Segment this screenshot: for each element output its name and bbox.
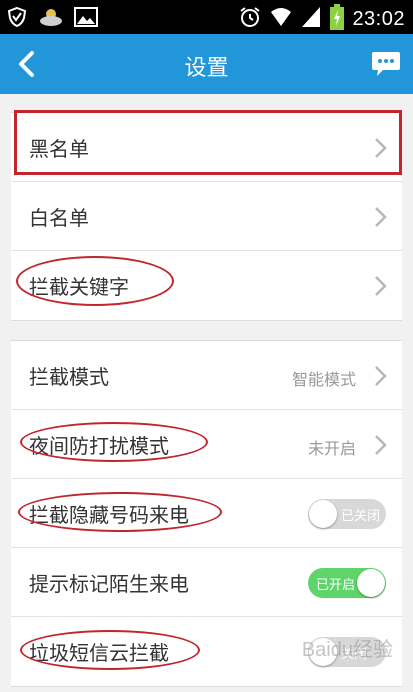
list-item-label: 提示标记陌生来电 [29, 572, 189, 596]
alarm-icon [238, 5, 262, 33]
night-mode-item[interactable]: 夜间防打扰模式 未开启 [11, 410, 402, 479]
list-item-label: 夜间防打扰模式 [29, 434, 169, 458]
page-title: 设置 [184, 56, 229, 81]
list-group-lists: 黑名单 白名单 拦截关键字 [11, 112, 402, 321]
spam-sms-cloud-item: 垃圾短信云拦截 关闭 [11, 617, 402, 686]
mark-stranger-toggle[interactable]: 已开启 [308, 568, 386, 598]
hidden-number-block-item: 拦截隐藏号码来电 已关闭 [11, 479, 402, 548]
clock-time: 23:02 [352, 7, 405, 30]
chevron-right-icon [375, 207, 387, 227]
message-icon [372, 52, 400, 76]
whitelist-item[interactable]: 白名单 [11, 182, 402, 251]
status-bar: 23:02 [0, 0, 413, 34]
blacklist-item[interactable]: 黑名单 [11, 113, 402, 182]
wifi-icon [270, 6, 292, 32]
chevron-right-icon [375, 276, 387, 296]
weather-cloud-icon [38, 6, 64, 32]
signal-icon [300, 5, 322, 33]
spam-sms-toggle[interactable]: 关闭 [308, 637, 386, 667]
list-group-settings: 拦截模式 智能模式 夜间防打扰模式 未开启 拦截隐藏号码来电 已关闭 提示标记陌… [11, 340, 402, 687]
battery-charging-icon [330, 4, 345, 34]
list-item-label: 拦截关键字 [29, 275, 129, 299]
toggle-label: 已关闭 [341, 509, 381, 524]
image-icon [74, 6, 98, 32]
night-mode-value: 未开启 [307, 439, 356, 458]
chevron-right-icon [375, 366, 387, 386]
shield-icon [6, 6, 28, 32]
hidden-number-toggle[interactable]: 已关闭 [308, 499, 386, 529]
list-item-label: 拦截模式 [29, 365, 109, 389]
toggle-label: 关闭 [341, 647, 368, 662]
list-item-label: 拦截隐藏号码来电 [29, 503, 189, 527]
message-button[interactable] [371, 50, 401, 78]
block-mode-value: 智能模式 [291, 370, 356, 389]
block-keywords-item[interactable]: 拦截关键字 [11, 251, 402, 320]
toggle-knob [357, 569, 385, 597]
mark-stranger-call-item: 提示标记陌生来电 已开启 [11, 548, 402, 617]
toggle-label: 已开启 [316, 578, 356, 593]
block-mode-item[interactable]: 拦截模式 智能模式 [11, 341, 402, 410]
chevron-right-icon [375, 138, 387, 158]
list-item-label: 垃圾短信云拦截 [29, 641, 169, 665]
list-item-label: 白名单 [29, 206, 89, 230]
list-item-label: 黑名单 [29, 137, 89, 161]
toggle-knob [309, 500, 337, 528]
app-header: 设置 [0, 34, 413, 94]
toggle-knob [309, 638, 337, 666]
chevron-right-icon [375, 435, 387, 455]
